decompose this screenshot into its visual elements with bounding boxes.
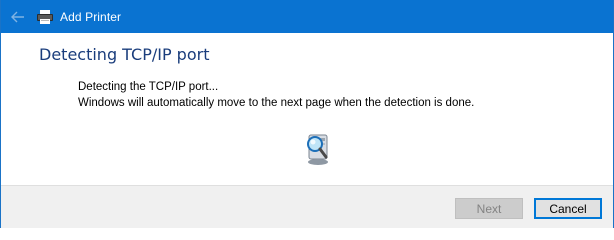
body-text: Detecting the TCP/IP port... Windows wil… xyxy=(78,79,474,111)
back-arrow-icon xyxy=(10,11,24,22)
info-line: Windows will automatically move to the n… xyxy=(78,97,475,109)
page-heading: Detecting TCP/IP port xyxy=(39,45,210,64)
button-bar: Next Cancel xyxy=(1,185,613,228)
add-printer-window: Add Printer Detecting TCP/IP port Detect… xyxy=(0,0,614,228)
title-bar: Add Printer xyxy=(1,0,613,33)
computer-magnifier-icon xyxy=(302,131,334,167)
back-button[interactable] xyxy=(1,0,34,33)
window-title: Add Printer xyxy=(60,9,122,24)
status-line: Detecting the TCP/IP port... xyxy=(78,81,219,93)
printer-icon xyxy=(36,9,54,25)
cancel-button[interactable]: Cancel xyxy=(534,198,602,219)
next-button[interactable]: Next xyxy=(455,198,523,219)
